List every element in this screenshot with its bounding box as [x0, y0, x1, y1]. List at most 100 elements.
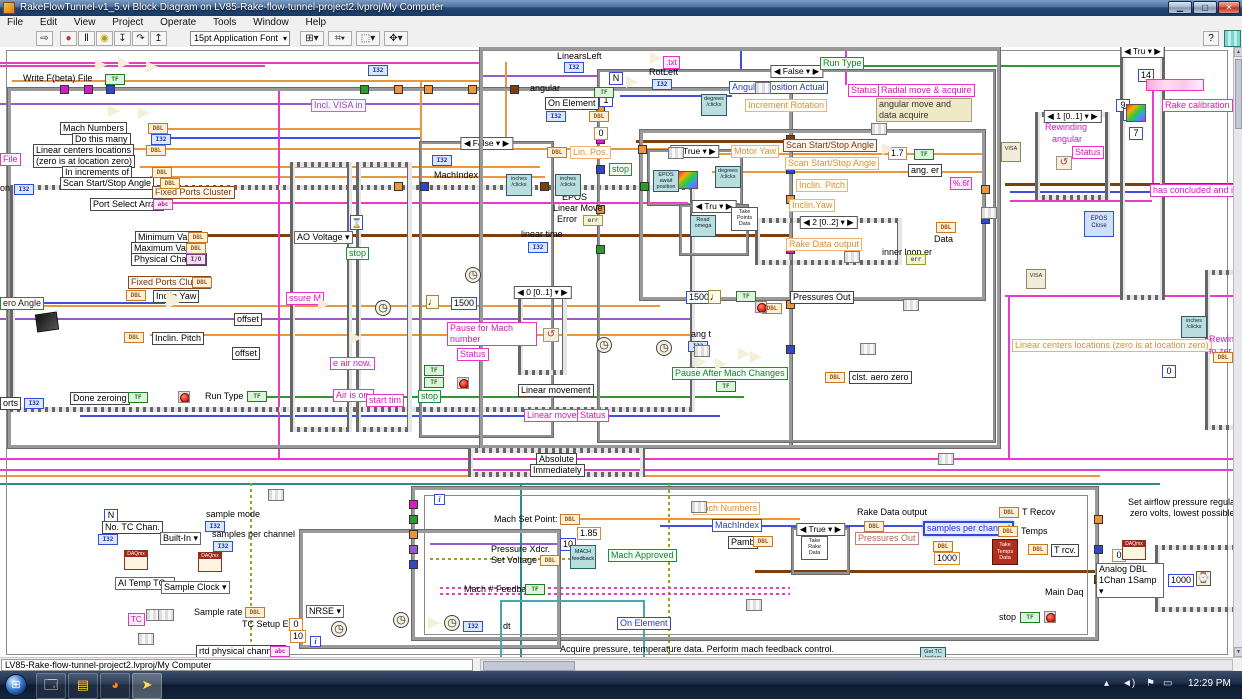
numeric-constant[interactable]: 0 — [1162, 365, 1176, 378]
numeric-constant[interactable]: 10 — [290, 630, 306, 643]
daqmx-subvi-icon[interactable]: DAQmx — [198, 552, 222, 572]
clean-up-diagram-icon[interactable] — [1224, 30, 1241, 47]
array-node-icon[interactable] — [938, 453, 954, 465]
subvi-icon[interactable]: inches /clicks — [1181, 316, 1207, 338]
array-node-icon[interactable] — [691, 501, 707, 513]
terminal-i32[interactable]: I32 — [368, 65, 388, 76]
array-node-icon[interactable] — [871, 123, 887, 135]
subvi-icon[interactable]: EPOS await position — [653, 170, 679, 192]
volume-icon[interactable]: ◄) — [1122, 678, 1135, 689]
array-node-icon[interactable] — [746, 599, 762, 611]
terminal-i32[interactable]: I32 — [98, 534, 118, 545]
numeric-constant[interactable]: 1000 — [1168, 574, 1194, 587]
clock-icon[interactable]: ◷ — [656, 340, 672, 356]
network-icon[interactable]: ▭ — [1163, 678, 1172, 689]
visa-subvi-icon[interactable]: VISA — [1026, 269, 1046, 289]
terminal-dbl[interactable]: DBL — [998, 526, 1018, 537]
terminal-dbl[interactable]: DBL — [124, 332, 144, 343]
array-node-icon[interactable] — [138, 633, 154, 645]
enum-constant[interactable]: Built-In ▾ — [160, 532, 201, 545]
vertical-scroll-thumb[interactable] — [1235, 59, 1242, 129]
subvi-icon[interactable] — [1126, 104, 1146, 122]
terminal-dbl[interactable]: DBL — [753, 536, 773, 547]
terminal-str[interactable]: abc — [270, 646, 290, 657]
terminal-dbl[interactable]: DBL — [245, 607, 265, 618]
stop-button[interactable] — [1044, 611, 1056, 623]
run-button[interactable]: ⇨ — [36, 31, 53, 46]
resize-objects-dropdown[interactable]: ⬚▾ — [356, 31, 380, 46]
terminal-tf[interactable]: TF — [594, 87, 614, 98]
array-node-icon[interactable] — [268, 489, 284, 501]
horizontal-scroll-thumb[interactable] — [483, 661, 575, 671]
numeric-constant[interactable]: 1.85 — [577, 527, 601, 540]
array-node-icon[interactable] — [981, 207, 997, 219]
visa-subvi-icon[interactable]: VISA — [1001, 142, 1021, 162]
terminal-i32[interactable]: I32 — [24, 398, 44, 409]
step-over-icon[interactable]: ↷ — [132, 31, 149, 46]
terminal-i32[interactable]: I32 — [463, 621, 483, 632]
terminal-dbl[interactable]: DBL — [936, 222, 956, 233]
menu-window[interactable]: Window — [246, 16, 296, 30]
subvi-icon[interactable]: degrees /clicks — [715, 166, 741, 188]
step-out-icon[interactable]: ↥ — [150, 31, 167, 46]
terminal-tf[interactable]: TF — [914, 149, 934, 160]
terminal-tf[interactable]: TF — [1020, 612, 1040, 623]
menu-file[interactable]: File — [0, 16, 30, 30]
case-selector-label[interactable]: ◀ Tru ▾ ▶ — [1120, 47, 1165, 58]
enum-constant[interactable]: Analog DBL 1Chan 1Samp ▾ — [1096, 563, 1164, 598]
abort-button[interactable]: ● — [60, 31, 77, 46]
subvi-icon[interactable]: Get TC lookup — [920, 647, 946, 657]
menu-edit[interactable]: Edit — [33, 16, 64, 30]
numeric-constant[interactable]: 7 — [1129, 127, 1143, 140]
align-objects-dropdown[interactable]: ⊞▾ — [300, 31, 324, 46]
font-selector[interactable]: 15pt Application Font — [190, 31, 290, 46]
labview-taskbar-icon[interactable]: ➤ — [132, 673, 162, 699]
menu-tools[interactable]: Tools — [206, 16, 243, 30]
terminal-dbl[interactable]: DBL — [825, 372, 845, 383]
terminal-tf[interactable]: TF — [128, 392, 148, 403]
terminal-dbl[interactable]: DBL — [160, 178, 180, 189]
clock-icon[interactable]: ◷ — [596, 337, 612, 353]
terminal-tf[interactable]: TF — [525, 584, 545, 595]
terminal-dbl[interactable]: DBL — [192, 277, 212, 288]
terminal-dbl[interactable]: DBL — [864, 521, 884, 532]
terminal-dbl[interactable]: DBL — [146, 145, 166, 156]
taskbar-app-icon[interactable]: 🗔 — [36, 673, 66, 699]
case-selector-label[interactable]: ◀ Tru ▾ ▶ — [692, 200, 737, 213]
tray-expand-icon[interactable]: ▴ — [1104, 678, 1109, 689]
terminal-dbl[interactable]: DBL — [999, 507, 1019, 518]
context-help-button[interactable]: ? — [1203, 31, 1219, 46]
terminal-i32[interactable]: I32 — [213, 541, 233, 552]
menu-view[interactable]: View — [67, 16, 103, 30]
numeric-constant[interactable]: N — [104, 509, 118, 522]
highlight-execution-icon[interactable]: ◉ — [96, 31, 113, 46]
terminal-dbl[interactable]: DBL — [148, 123, 168, 134]
array-node-icon[interactable] — [903, 299, 919, 311]
pause-button[interactable]: Ⅱ — [78, 31, 95, 46]
horizontal-scrollbar[interactable] — [480, 659, 1233, 671]
terminal-dbl[interactable]: DBL — [152, 167, 172, 178]
rewind-subvi-icon[interactable]: ↺ — [543, 328, 559, 342]
enum-constant[interactable]: AO Voltage ▾ — [294, 231, 353, 244]
block-diagram-canvas[interactable]: ◀ False ▾ ▶◀ False ▾ ▶◀ True ▾ ▶◀ Tru ▾ … — [0, 47, 1233, 657]
terminal-dbl[interactable]: DBL — [1213, 352, 1233, 363]
numeric-constant[interactable]: 1500 — [451, 297, 477, 310]
subvi-icon[interactable]: Take Temps Data — [992, 539, 1018, 565]
case-selector-label[interactable]: ◀ True ▾ ▶ — [796, 523, 845, 536]
terminal-dbl[interactable]: DBL — [540, 555, 560, 566]
array-node-icon[interactable] — [844, 251, 860, 263]
enum-constant[interactable]: NRSE ▾ — [306, 605, 344, 618]
subvi-icon[interactable] — [678, 171, 698, 189]
numeric-constant[interactable]: 1000 — [934, 552, 960, 565]
array-node-icon[interactable] — [694, 345, 710, 357]
terminal-dbl[interactable]: DBL — [933, 541, 953, 552]
subvi-icon[interactable]: EPOS Close — [1084, 211, 1114, 237]
vertical-scrollbar[interactable]: ▲ ▼ — [1233, 47, 1242, 657]
case-selector-label[interactable]: ◀ 0 [0..1] ▾ ▶ — [513, 286, 571, 299]
clock-icon[interactable]: ◷ — [465, 267, 481, 283]
close-button[interactable]: ✕ — [1218, 1, 1240, 14]
terminal-str[interactable]: abc — [153, 199, 173, 210]
terminal-dbl[interactable]: DBL — [186, 243, 206, 254]
terminal-tf[interactable]: TF — [736, 291, 756, 302]
clock-icon[interactable]: ◷ — [444, 615, 460, 631]
